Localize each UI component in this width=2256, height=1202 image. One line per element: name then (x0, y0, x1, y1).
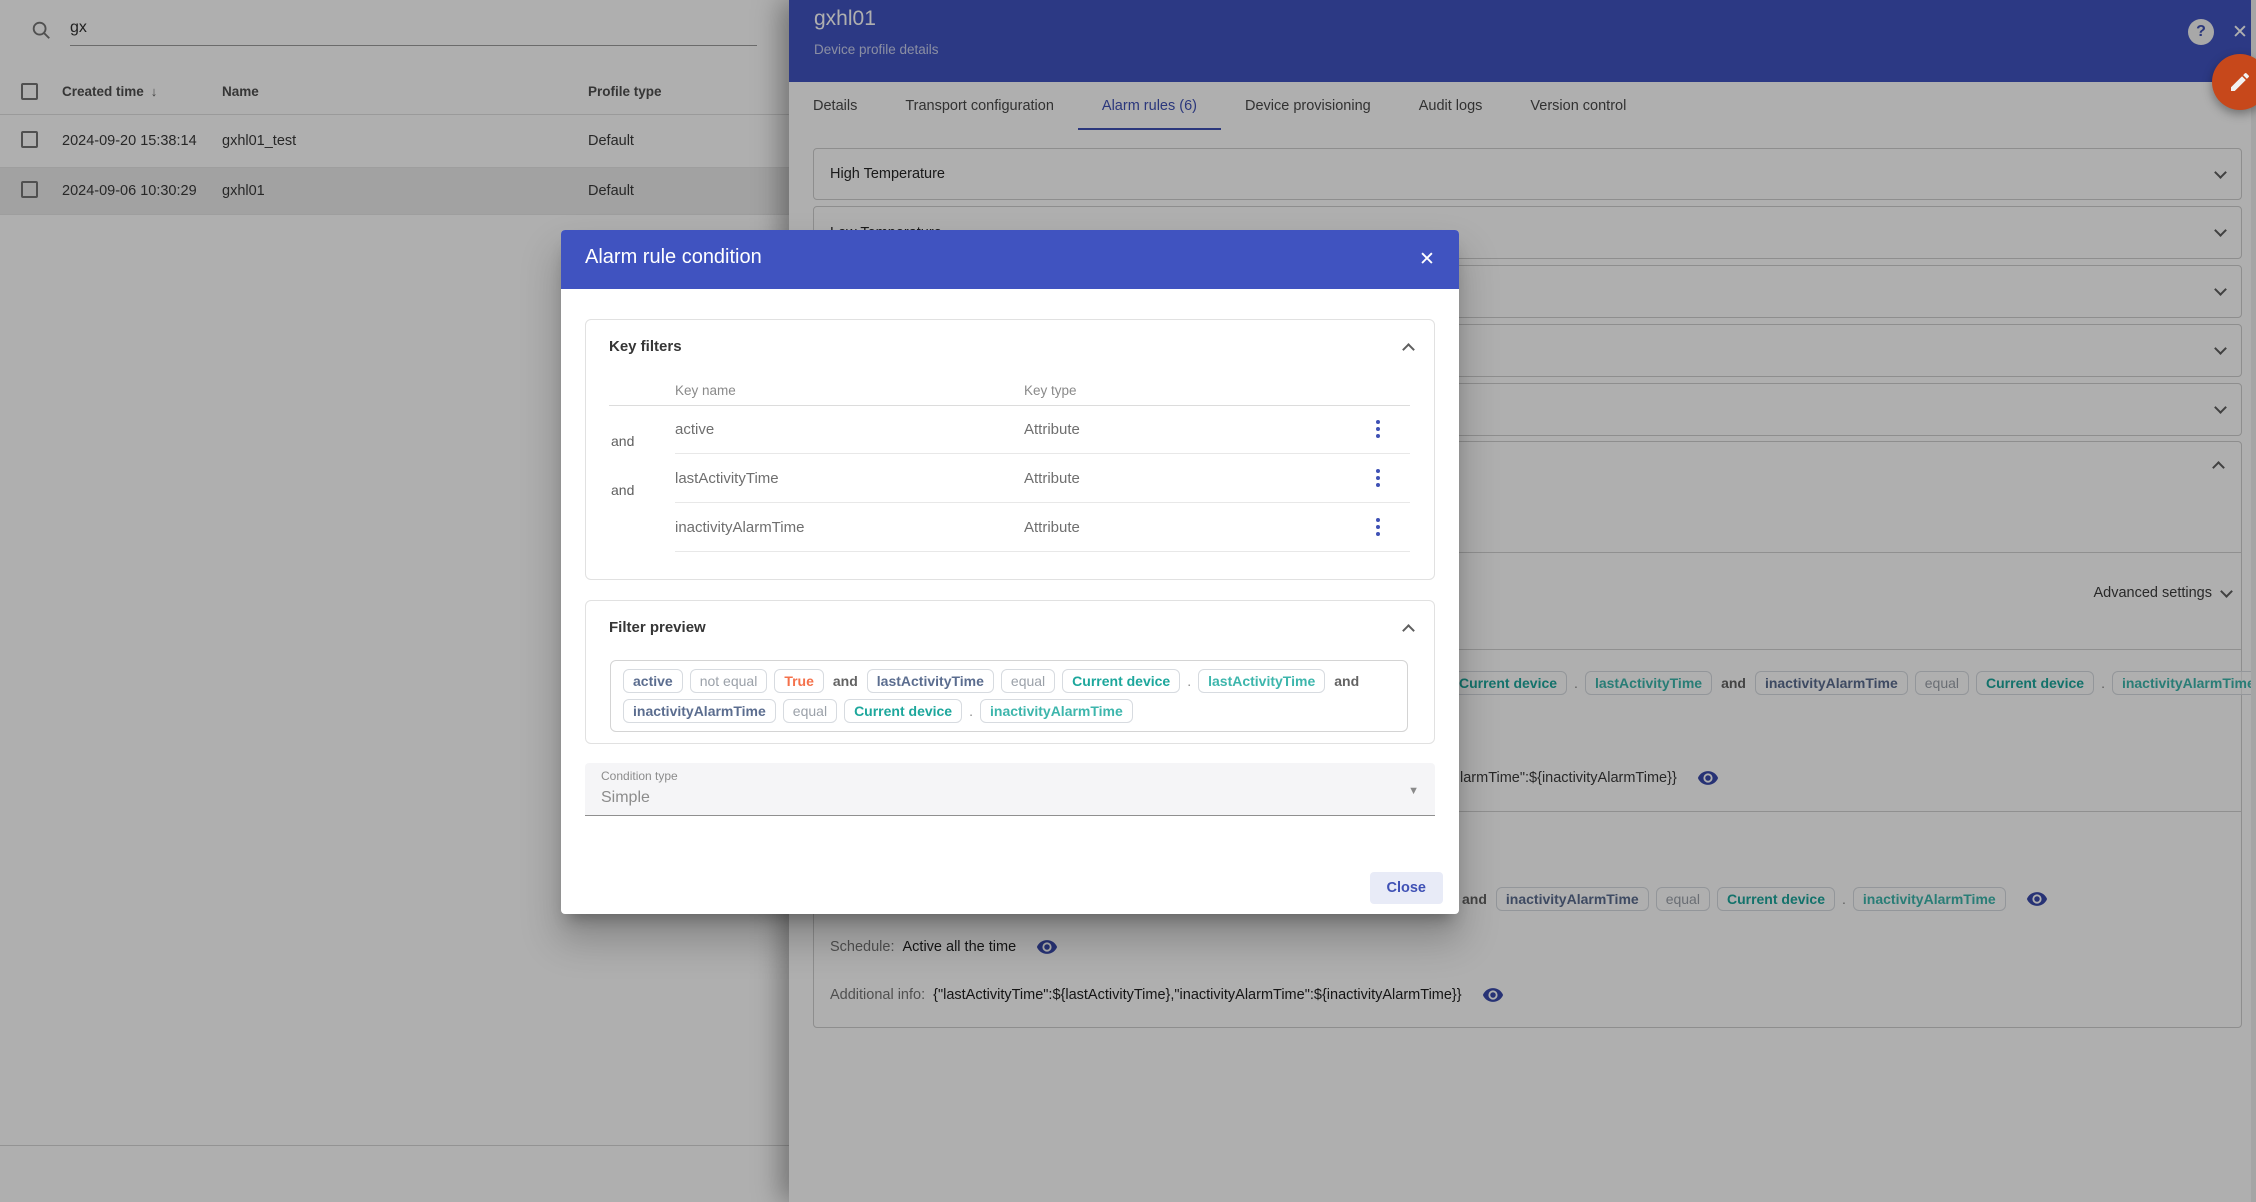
filter-chip-dot: . (969, 702, 973, 720)
filter-chip-key: active (623, 669, 683, 693)
filter-chip-op: not equal (690, 669, 768, 693)
filter-preview-section: Filter preview activenot equalTrueandlas… (585, 600, 1435, 744)
key-name: lastActivityTime (675, 470, 779, 487)
filter-chip-op: equal (1001, 669, 1055, 693)
condition-type-value: Simple (601, 789, 650, 807)
key-name: active (675, 421, 714, 438)
chevron-up-icon[interactable] (1402, 624, 1415, 637)
alarm-rule-condition-dialog: Alarm rule condition ✕ Key filters Key n… (561, 230, 1459, 914)
filter-chip-entity: Current device (844, 699, 962, 723)
filter-chip-key: inactivityAlarmTime (623, 699, 776, 723)
dropdown-caret-icon: ▼ (1408, 785, 1419, 797)
filter-chip-key: lastActivityTime (867, 669, 994, 693)
more-vert-icon[interactable] (1376, 518, 1380, 536)
column-key-type: Key type (1024, 383, 1077, 398)
screen: Created time↓ Name Profile type 2024-09-… (0, 0, 2256, 1202)
key-filter-row: inactivityAlarmTime Attribute (675, 503, 1410, 552)
chevron-up-icon[interactable] (1402, 343, 1415, 356)
key-filters-section: Key filters Key name Key type active Att… (585, 319, 1435, 580)
dialog-close-icon[interactable]: ✕ (1415, 247, 1439, 271)
key-filter-row: lastActivityTime Attribute (675, 454, 1410, 503)
joiner-label: and (611, 433, 634, 449)
key-name: inactivityAlarmTime (675, 519, 804, 536)
filter-chip-join: and (831, 672, 860, 690)
joiner-label: and (611, 482, 634, 498)
key-filters-table-header: Key name Key type (675, 383, 1410, 405)
key-filters-table: active Attribute lastActivityTime Attrib… (675, 405, 1410, 552)
dialog-header: Alarm rule condition ✕ (561, 230, 1459, 289)
more-vert-icon[interactable] (1376, 420, 1380, 438)
condition-type-select[interactable]: Condition type Simple ▼ (585, 763, 1435, 816)
key-filter-row: active Attribute (675, 405, 1410, 454)
key-type: Attribute (1024, 421, 1080, 438)
condition-type-label: Condition type (601, 769, 678, 783)
filter-chip-attr: lastActivityTime (1198, 669, 1325, 693)
column-key-name: Key name (675, 383, 736, 405)
key-type: Attribute (1024, 470, 1080, 487)
more-vert-icon[interactable] (1376, 469, 1380, 487)
close-button[interactable]: Close (1370, 872, 1444, 904)
pencil-icon (2228, 70, 2252, 94)
filter-chip-entity: Current device (1062, 669, 1180, 693)
filter-chip-bool: True (774, 669, 824, 693)
filter-chip-attr: inactivityAlarmTime (980, 699, 1133, 723)
filter-preview-title: Filter preview (609, 619, 706, 636)
key-type: Attribute (1024, 519, 1080, 536)
key-filters-title: Key filters (609, 338, 682, 355)
dialog-title: Alarm rule condition (585, 246, 762, 269)
filter-chip-dot: . (1187, 672, 1191, 690)
filter-chip-join: and (1332, 672, 1361, 690)
filter-preview-box: activenot equalTrueandlastActivityTimeeq… (610, 660, 1408, 732)
filter-chip-op: equal (783, 699, 837, 723)
